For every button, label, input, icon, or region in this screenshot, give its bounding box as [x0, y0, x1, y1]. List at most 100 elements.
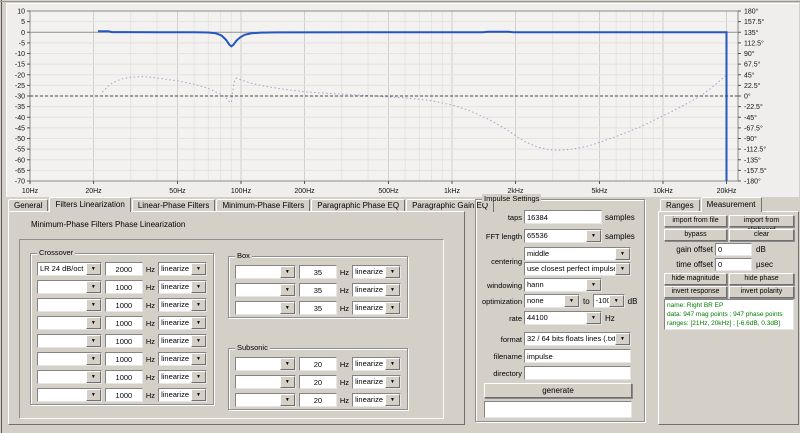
box-group-label: Box — [235, 251, 252, 260]
windowing-select[interactable]: hann▼ — [524, 278, 602, 292]
chevron-down-icon: ▼ — [280, 266, 295, 278]
chevron-down-icon: ▼ — [86, 281, 101, 293]
import-from-clipboard-button[interactable]: import from clipboard — [729, 215, 794, 227]
centering-select[interactable]: middle▼ — [524, 247, 631, 261]
hide-phase-button[interactable]: hide phase — [729, 273, 794, 285]
optimization-threshold-select[interactable]: -100▼ — [593, 294, 625, 308]
generate-button[interactable]: generate — [484, 383, 632, 398]
svg-text:-5: -5 — [19, 40, 25, 47]
frequency-input[interactable] — [105, 262, 143, 276]
directory-input[interactable] — [524, 366, 631, 380]
chevron-down-icon: ▼ — [86, 335, 101, 347]
format-select[interactable]: 32 / 64 bits floats lines (.txt)▼ — [524, 332, 631, 346]
mode-select[interactable]: linearize▼ — [158, 298, 207, 312]
svg-text:112.5°: 112.5° — [744, 39, 764, 47]
filter-type-select[interactable]: ▼ — [235, 283, 296, 297]
filter-type-select[interactable]: ▼ — [37, 334, 102, 348]
mode-select[interactable]: linearize▼ — [158, 352, 207, 366]
filter-type-select[interactable]: ▼ — [37, 388, 102, 402]
mode-select[interactable]: linearize▼ — [158, 370, 207, 384]
chevron-down-icon: ▼ — [280, 302, 295, 314]
mode-select[interactable]: linearize▼ — [352, 265, 401, 279]
filter-type-select[interactable]: ▼ — [235, 265, 296, 279]
frequency-input[interactable] — [299, 375, 337, 389]
filter-type-select[interactable]: ▼ — [37, 352, 102, 366]
frequency-input[interactable] — [105, 352, 143, 366]
optimization-select[interactable]: none▼ — [524, 294, 580, 308]
mode-select[interactable]: linearize▼ — [158, 262, 207, 276]
time-offset-unit: µsec — [756, 260, 773, 269]
filter-type-select[interactable]: LR 24 dB/oct▼ — [37, 262, 102, 276]
tab-filters-linearization[interactable]: Filters Linearization — [49, 197, 130, 212]
svg-text:200Hz: 200Hz — [294, 188, 315, 195]
mode-select[interactable]: linearize▼ — [158, 334, 207, 348]
invert-polarity-button[interactable]: invert polarity — [729, 286, 794, 298]
chevron-down-icon: ▼ — [280, 394, 295, 406]
subsonic-row: ▼ Hz linearize▼ — [235, 375, 401, 389]
hide-magnitude-button[interactable]: hide magnitude — [664, 273, 727, 285]
svg-text:10kHz: 10kHz — [653, 188, 673, 195]
chevron-down-icon: ▼ — [191, 299, 206, 311]
filter-type-select[interactable]: ▼ — [235, 393, 296, 407]
frequency-input[interactable] — [299, 301, 337, 315]
svg-text:20kHz: 20kHz — [717, 188, 737, 195]
time-offset-input[interactable] — [715, 258, 752, 271]
filter-type-select[interactable]: ▼ — [235, 375, 296, 389]
taps-input[interactable] — [524, 210, 602, 224]
frequency-input[interactable] — [105, 370, 143, 384]
frequency-input[interactable] — [299, 357, 337, 371]
filter-type-select[interactable]: ▼ — [235, 357, 296, 371]
crossover-row: ▼ Hz linearize▼ — [37, 370, 207, 384]
gain-offset-label: gain offset — [659, 245, 713, 254]
frequency-input[interactable] — [105, 388, 143, 402]
mode-select[interactable]: linearize▼ — [158, 388, 207, 402]
chevron-down-icon: ▼ — [615, 248, 630, 260]
svg-text:-157.5°: -157.5° — [744, 167, 767, 175]
bypass-button[interactable]: bypass — [664, 229, 727, 241]
svg-text:-45°: -45° — [744, 114, 757, 122]
mode-select[interactable]: linearize▼ — [352, 393, 401, 407]
mode-select[interactable]: linearize▼ — [352, 301, 401, 315]
frequency-input[interactable] — [105, 280, 143, 294]
centering-mode-select[interactable]: use closest perfect impulse▼ — [524, 262, 631, 276]
mode-select[interactable]: linearize▼ — [352, 375, 401, 389]
frequency-input[interactable] — [105, 334, 143, 348]
frequency-input[interactable] — [299, 265, 337, 279]
filter-type-select[interactable]: ▼ — [37, 298, 102, 312]
tab-measurement[interactable]: Measurement — [701, 197, 762, 212]
linearization-inner-panel: Crossover LR 24 dB/oct▼ Hz linearize▼ ▼ … — [19, 239, 444, 419]
mode-select[interactable]: linearize▼ — [352, 283, 401, 297]
mode-select[interactable]: linearize▼ — [352, 357, 401, 371]
invert-response-button[interactable]: invert response — [664, 286, 727, 298]
mode-select[interactable]: linearize▼ — [158, 280, 207, 294]
filter-type-select[interactable]: ▼ — [37, 280, 102, 294]
chevron-down-icon: ▼ — [191, 335, 206, 347]
frequency-input[interactable] — [299, 283, 337, 297]
svg-text:22.5°: 22.5° — [744, 82, 761, 90]
chevron-down-icon: ▼ — [191, 371, 206, 383]
filter-type-select[interactable]: ▼ — [235, 301, 296, 315]
chevron-down-icon: ▼ — [191, 389, 206, 401]
rate-label: rate — [476, 314, 522, 323]
filter-type-select[interactable]: ▼ — [37, 316, 102, 330]
filter-type-select[interactable]: ▼ — [37, 370, 102, 384]
rephase-window: 1050-5-10-15-20-25-30-35-40-45-50-55-60-… — [0, 0, 800, 433]
chevron-down-icon: ▼ — [86, 299, 101, 311]
filename-input[interactable] — [524, 349, 631, 363]
frequency-input[interactable] — [105, 298, 143, 312]
svg-text:5: 5 — [21, 19, 25, 26]
frequency-input[interactable] — [105, 316, 143, 330]
import-from-file-button[interactable]: import from file — [664, 215, 727, 227]
fft-length-select[interactable]: 65536▼ — [524, 229, 602, 243]
svg-text:5kHz: 5kHz — [592, 188, 608, 195]
crossover-row: ▼ Hz linearize▼ — [37, 316, 207, 330]
hz-label: Hz — [340, 360, 349, 369]
crossover-row: ▼ Hz linearize▼ — [37, 334, 207, 348]
mode-select[interactable]: linearize▼ — [158, 316, 207, 330]
gain-offset-input[interactable] — [715, 243, 752, 256]
rate-select[interactable]: 44100▼ — [524, 311, 602, 325]
frequency-input[interactable] — [299, 393, 337, 407]
svg-text:-30: -30 — [15, 94, 25, 101]
chevron-down-icon: ▼ — [280, 358, 295, 370]
clear-button[interactable]: clear — [729, 229, 794, 241]
